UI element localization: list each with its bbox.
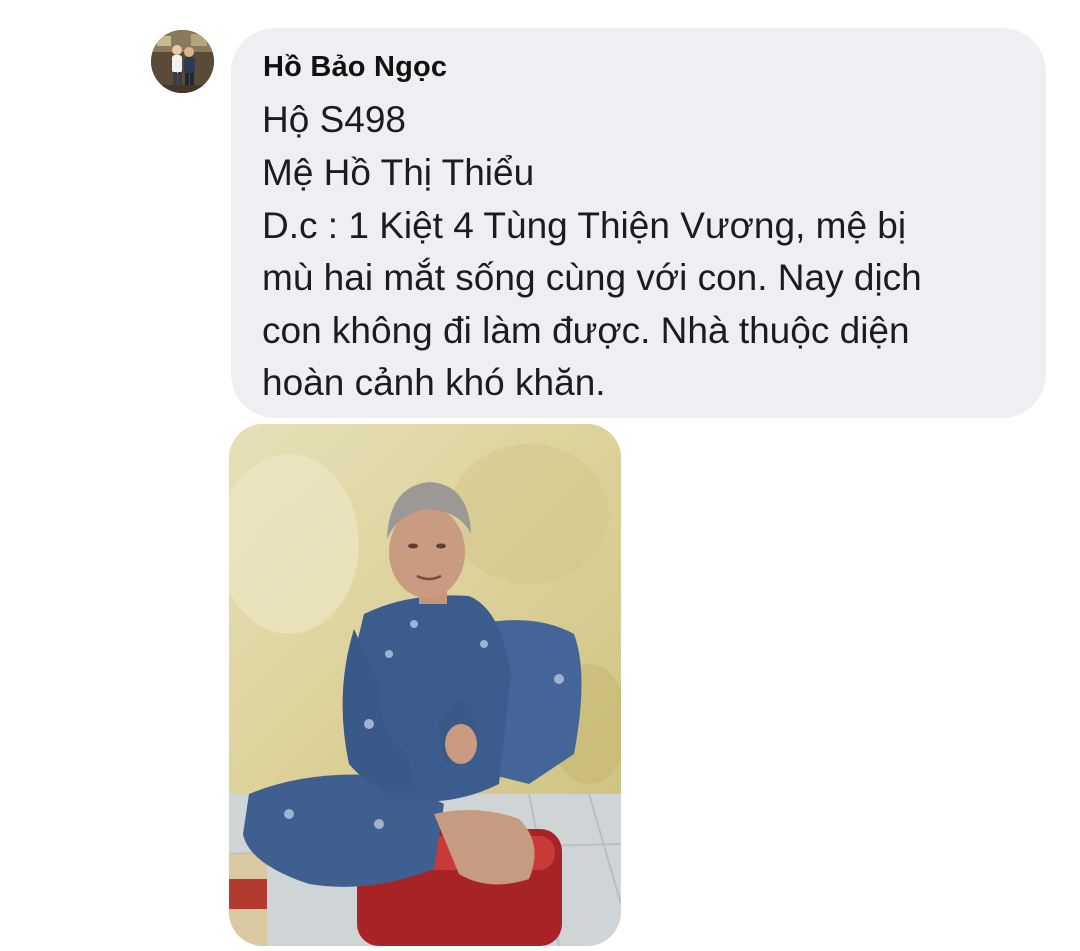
user-avatar[interactable] [151, 30, 214, 93]
comment-author-name[interactable]: Hồ Bảo Ngọc [263, 51, 447, 84]
user-avatar-photo [151, 30, 214, 93]
comment-bubble[interactable]: Hồ Bảo Ngọc Hộ S498 Mệ Hồ Thị Thiểu D.c … [231, 28, 1046, 418]
comment-text-line: mù hai mắt sống cùng với con. Nay dịch [262, 257, 922, 298]
comment-photo-attachment[interactable] [229, 424, 621, 946]
comment-thread: Hồ Bảo Ngọc Hộ S498 Mệ Hồ Thị Thiểu D.c … [0, 0, 1080, 951]
comment-text-line: D.c : 1 Kiệt 4 Tùng Thiện Vương, mệ bị [262, 205, 907, 246]
comment-text-line: hoàn cảnh khó khăn. [262, 362, 606, 403]
elderly-woman-photo [229, 424, 621, 946]
comment-text-line: Mệ Hồ Thị Thiểu [262, 152, 535, 193]
comment-text-line: con không đi làm được. Nhà thuộc diện [262, 310, 910, 351]
comment-text-line: Hộ S498 [262, 99, 406, 140]
